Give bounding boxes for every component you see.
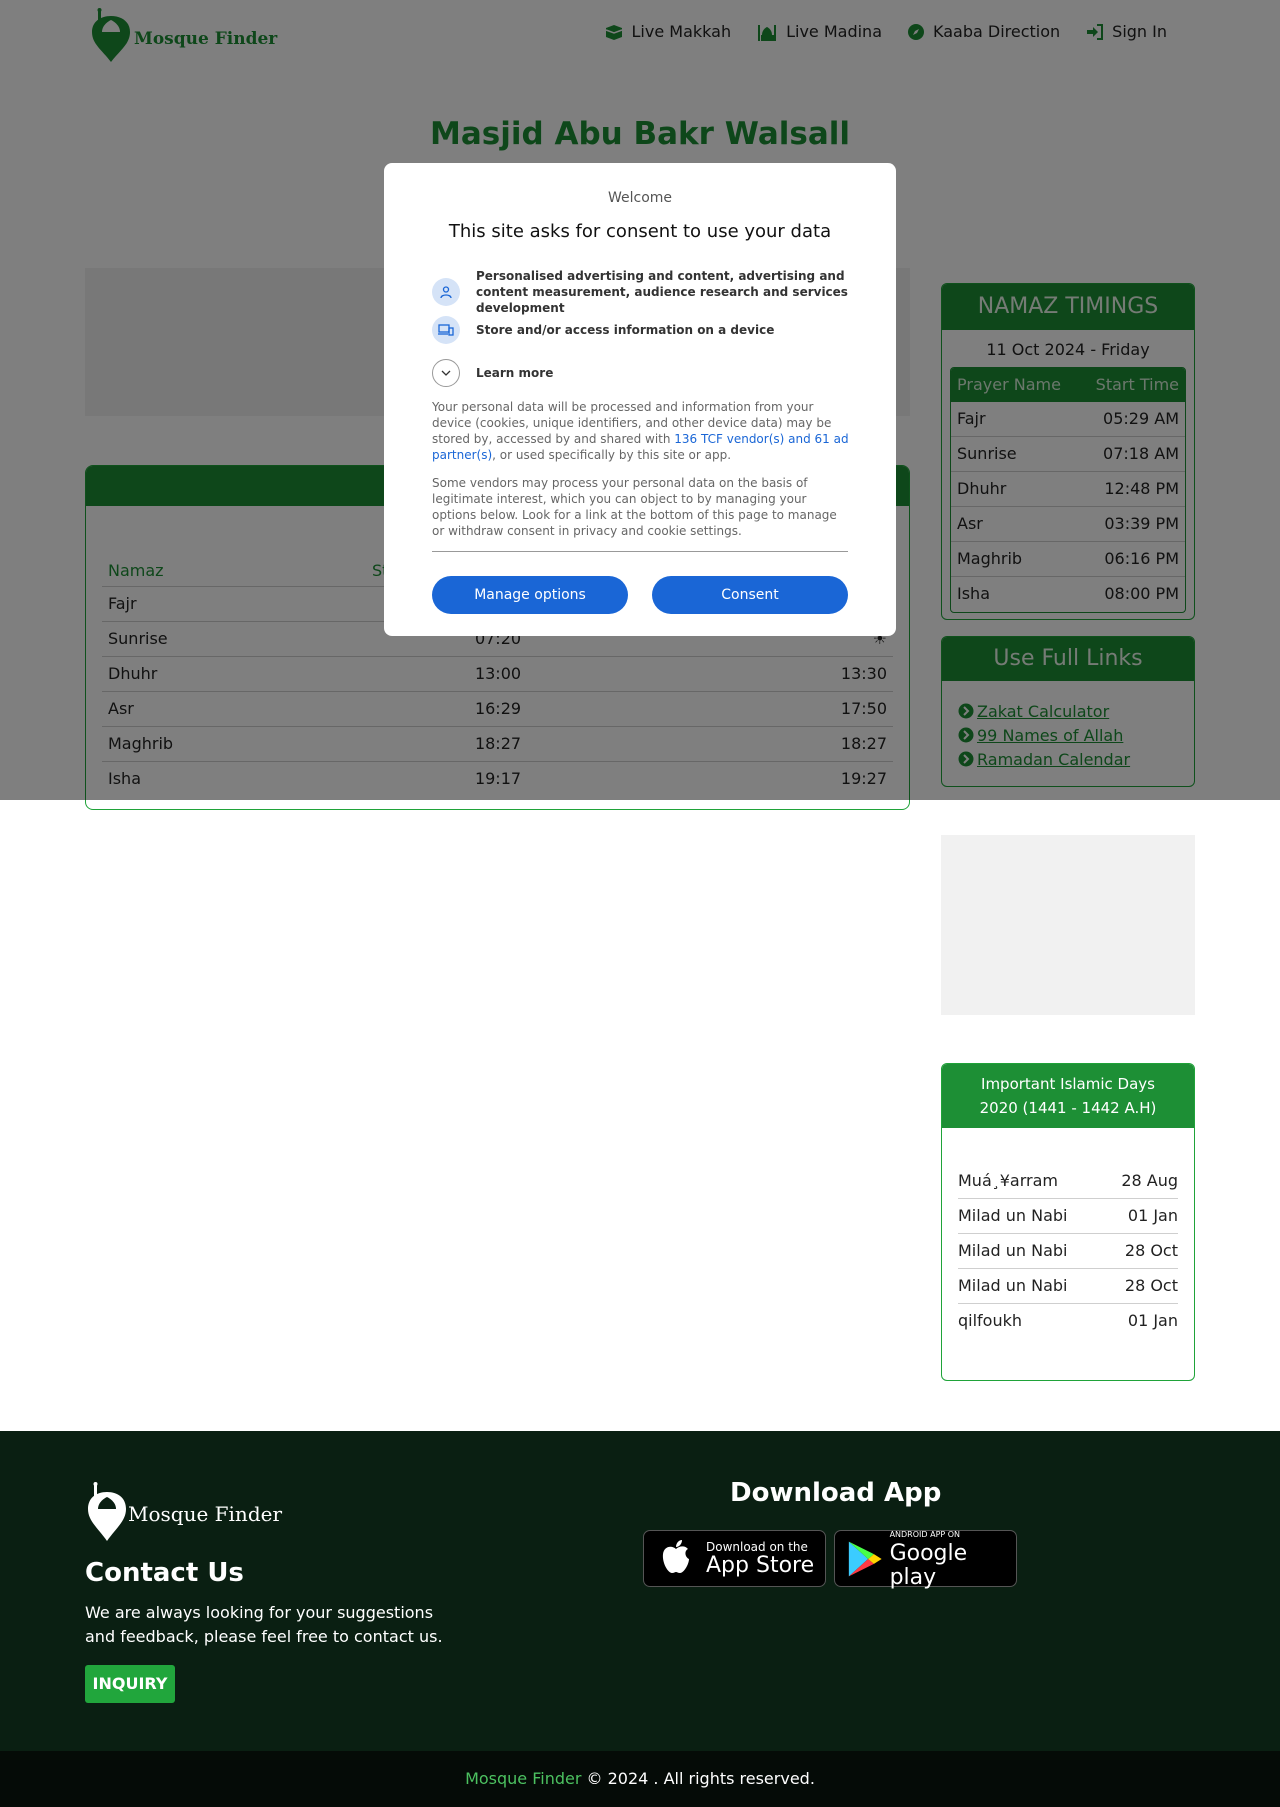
day-date: 01 Jan: [1127, 1206, 1178, 1225]
day-date: 28 Oct: [1124, 1241, 1178, 1260]
islamic-days-subtitle: 2020 (1441 - 1442 A.H): [979, 1099, 1157, 1117]
day-name: Milad un Nabi: [958, 1276, 1068, 1295]
divider: [432, 551, 848, 552]
consent-paragraph-1-end: , or used specifically by this site or a…: [492, 448, 732, 462]
chevron-down-icon: [432, 359, 460, 387]
copyright-text: © 2024 . All rights reserved.: [581, 1769, 815, 1788]
day-name: Milad un Nabi: [958, 1206, 1068, 1225]
user-icon: [432, 278, 460, 306]
day-date: 01 Jan: [1127, 1311, 1178, 1330]
purpose-personalised-ads: Personalised advertising and content, ad…: [432, 268, 852, 316]
google-play-small-text: ANDROID APP ON: [889, 1529, 961, 1539]
consent-paragraph-2: Some vendors may process your personal d…: [432, 476, 837, 538]
mosque-pin-icon: [88, 1482, 126, 1541]
contact-text: We are always looking for your suggestio…: [85, 1603, 443, 1646]
consent-welcome: Welcome: [607, 190, 673, 206]
learn-more-toggle[interactable]: Learn more: [432, 359, 852, 387]
list-item: Milad un Nabi 28 Oct: [958, 1269, 1178, 1304]
google-play-big-text: Google play: [889, 1540, 968, 1590]
google-play-icon: [848, 1541, 882, 1576]
ad-placeholder-sidebar: [941, 835, 1195, 1015]
consent-button[interactable]: Consent: [652, 576, 848, 614]
devices-icon: [432, 316, 460, 344]
purpose-store-access: Store and/or access information on a dev…: [432, 316, 852, 344]
day-date: 28 Aug: [1121, 1171, 1178, 1190]
app-store-badge[interactable]: Download on the App Store: [643, 1530, 826, 1587]
purpose-label: Store and/or access information on a dev…: [476, 323, 775, 337]
islamic-days-card: Important Islamic Days 2020 (1441 - 1442…: [941, 1063, 1195, 1381]
contact-title: Contact Us: [85, 1558, 244, 1588]
app-store-small-text: Download on the: [706, 1539, 808, 1554]
footer-logo[interactable]: Mosque Finder: [86, 1481, 282, 1543]
consent-title: This site asks for consent to use your d…: [448, 221, 832, 242]
list-item: Muá¸¥arram 28 Aug: [958, 1164, 1178, 1199]
list-item: qilfoukh 01 Jan: [958, 1304, 1178, 1339]
modal-backdrop: Welcome This site asks for consent to us…: [0, 0, 1280, 800]
day-date: 28 Oct: [1124, 1276, 1178, 1295]
google-play-badge[interactable]: ANDROID APP ON Google play: [834, 1529, 1017, 1590]
day-name: qilfoukh: [958, 1311, 1023, 1330]
copyright-brand[interactable]: Mosque Finder: [465, 1769, 581, 1788]
apple-icon: [662, 1539, 689, 1573]
app-store-big-text: App Store: [706, 1552, 815, 1578]
day-name: Milad un Nabi: [958, 1241, 1068, 1260]
inquiry-button[interactable]: INQUIRY: [85, 1665, 175, 1703]
consent-dialog: Welcome This site asks for consent to us…: [384, 163, 896, 636]
list-item: Milad un Nabi 01 Jan: [958, 1199, 1178, 1234]
purpose-label: Personalised advertising and content, ad…: [476, 269, 848, 315]
copyright-bar: Mosque Finder © 2024 . All rights reserv…: [0, 1751, 1280, 1807]
download-title: Download App: [730, 1478, 942, 1508]
islamic-days-title: Important Islamic Days: [981, 1075, 1155, 1093]
islamic-days-header: Important Islamic Days 2020 (1441 - 1442…: [942, 1064, 1194, 1128]
footer-logo-text: Mosque Finder: [128, 1502, 283, 1526]
consent-paragraph-1: Your personal data will be processed and…: [432, 399, 850, 463]
manage-options-button[interactable]: Manage options: [432, 576, 628, 614]
list-item: Milad un Nabi 28 Oct: [958, 1234, 1178, 1269]
site-footer: Mosque Finder Contact Us We are always l…: [0, 1431, 1280, 1751]
day-name: Muá¸¥arram: [958, 1171, 1058, 1190]
learn-more-label: Learn more: [476, 366, 554, 380]
